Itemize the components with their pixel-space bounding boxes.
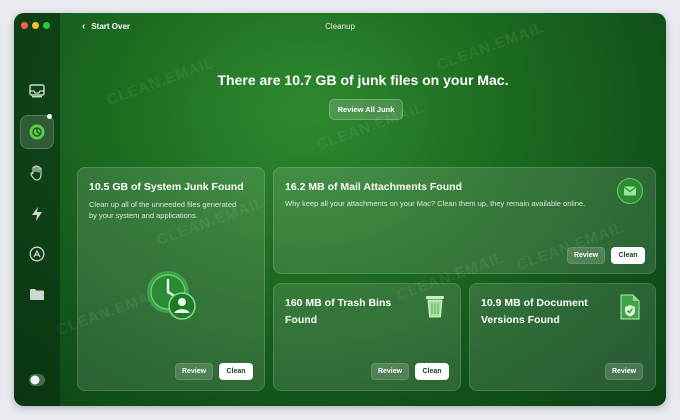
sidebar-item-applications[interactable] (26, 243, 48, 265)
clean-button[interactable]: Clean (219, 363, 253, 380)
review-button[interactable]: Review (567, 247, 605, 264)
card-title: 160 MB of Trash Bins Found (285, 297, 392, 326)
active-indicator (47, 114, 52, 119)
clock-user-icon (147, 271, 196, 320)
app-window: CLEAN.EMAIL CLEAN.EMAIL CLEAN.EMAIL CLEA… (14, 13, 666, 406)
review-button[interactable]: Review (371, 363, 409, 380)
card-description: Clean up all of the unneeded files gener… (89, 200, 237, 220)
trash-bins-card: 160 MB of Trash Bins Found Review Clean (273, 283, 461, 391)
bolt-icon (32, 207, 42, 221)
sidebar-item-cleanup-icon-wrap[interactable] (26, 121, 48, 143)
sidebar-item-privacy[interactable] (26, 162, 48, 184)
window-title: Cleanup (325, 22, 355, 31)
review-button[interactable]: Review (605, 363, 643, 380)
inbox-icon (29, 84, 45, 98)
sidebar-item-files[interactable] (26, 283, 48, 305)
card-title: 10.9 MB of Document Versions Found (481, 297, 588, 326)
mail-attachments-card: 16.2 MB of Mail Attachments Found Why ke… (273, 167, 656, 274)
card-description: Why keep all your attachments on your Ma… (285, 199, 586, 208)
sidebar (14, 13, 60, 406)
sidebar-item-inbox[interactable] (26, 80, 48, 102)
cleanup-icon (29, 124, 45, 140)
document-shield-icon (620, 294, 640, 320)
card-title: 10.5 GB of System Junk Found (89, 181, 244, 193)
document-versions-card: 10.9 MB of Document Versions Found Revie… (469, 283, 656, 391)
page-headline: There are 10.7 GB of junk files on your … (217, 72, 509, 88)
card-title: 16.2 MB of Mail Attachments Found (285, 181, 462, 193)
app-store-icon (29, 246, 45, 262)
folder-icon (30, 288, 44, 300)
review-all-junk-button[interactable]: Review All Junk (329, 99, 403, 120)
sidebar-item-account[interactable] (26, 369, 48, 391)
hand-privacy-icon (30, 165, 42, 181)
mail-icon (617, 178, 643, 204)
clean-button[interactable]: Clean (611, 247, 645, 264)
system-junk-card: 10.5 GB of System Junk Found Clean up al… (77, 167, 265, 391)
account-toggle-icon (29, 374, 45, 386)
review-button[interactable]: Review (175, 363, 213, 380)
trash-icon (426, 296, 444, 318)
sidebar-item-speed[interactable] (26, 203, 48, 225)
clean-button[interactable]: Clean (415, 363, 449, 380)
